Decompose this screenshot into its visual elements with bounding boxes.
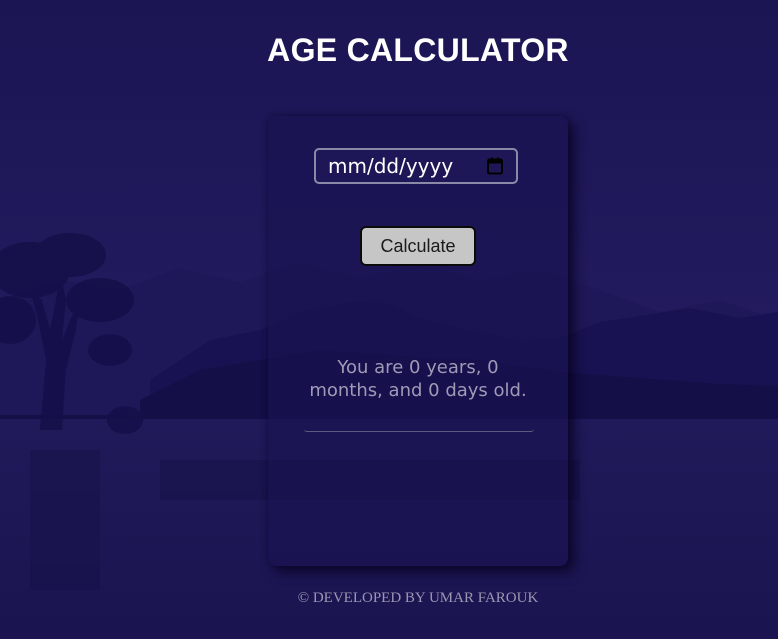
page-title: AGE CALCULATOR	[267, 32, 569, 68]
calculate-button[interactable]: Calculate	[360, 226, 476, 266]
date-input-placeholder: mm/dd/yyyy	[328, 154, 454, 178]
age-result-text: You are 0 years, 0 months, and 0 days ol…	[309, 357, 527, 401]
calendar-icon[interactable]	[484, 155, 506, 177]
result-underline	[304, 429, 534, 432]
calculator-card: mm/dd/yyyy Calculate You are 0 years, 0 …	[268, 116, 568, 566]
birthdate-input[interactable]: mm/dd/yyyy	[314, 148, 518, 184]
footer-credit: © DEVELOPED BY UMAR FAROUK	[297, 590, 539, 606]
